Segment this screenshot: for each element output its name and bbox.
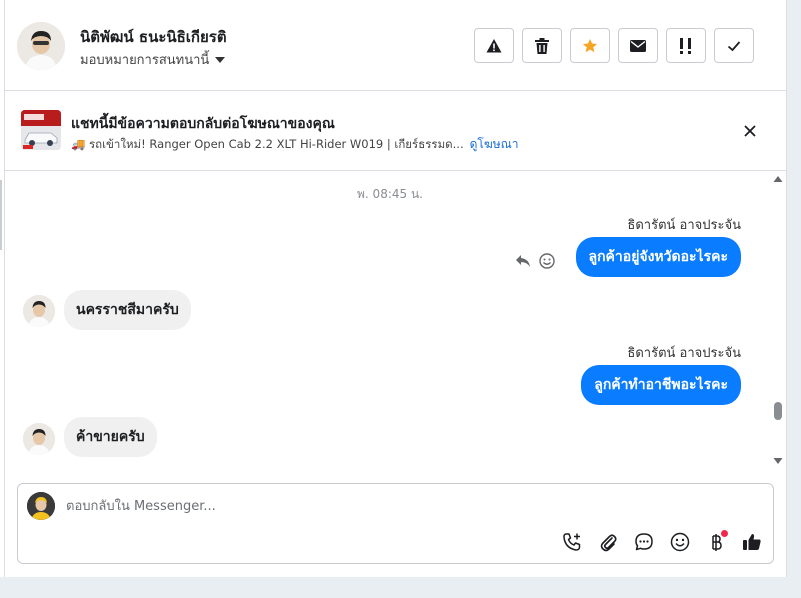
reply-icon[interactable] bbox=[515, 254, 531, 268]
page-avatar bbox=[27, 492, 55, 520]
delete-button[interactable] bbox=[522, 28, 562, 63]
like-button[interactable] bbox=[739, 529, 764, 554]
left-divider bbox=[0, 0, 5, 577]
follow-up-icon bbox=[680, 37, 691, 54]
emoji-button[interactable] bbox=[667, 529, 692, 554]
view-ad-link[interactable]: ดูโฆษณา bbox=[470, 135, 519, 154]
conversation-panel: นิติพัฒน์ ธนะนิธิเกียรติ มอบหมายการสนทนา… bbox=[0, 0, 787, 577]
composer-toolbar bbox=[559, 529, 764, 554]
spam-icon bbox=[486, 38, 502, 52]
ad-banner-title: แชทนี้มีข้อความตอบกลับต่อโฆษณาของคุณ bbox=[71, 116, 335, 132]
resize-handle[interactable] bbox=[0, 180, 2, 250]
reply-input[interactable] bbox=[66, 495, 746, 517]
mark-spam-button[interactable] bbox=[474, 28, 514, 63]
scroll-up-arrow-icon[interactable] bbox=[773, 175, 783, 183]
emoji-icon bbox=[670, 532, 689, 551]
contact-avatar[interactable] bbox=[17, 22, 65, 70]
react-emoji-icon[interactable] bbox=[539, 253, 555, 269]
attachment-icon bbox=[600, 533, 617, 551]
message-timestamp: พ. 08:45 น. bbox=[357, 187, 423, 201]
message-sender-name: ธิดารัตน์ อาจประจัน bbox=[627, 218, 741, 233]
star-icon bbox=[583, 38, 597, 52]
outgoing-message[interactable]: ลูกค้าอยู่จังหวัดอะไรคะ bbox=[575, 237, 741, 277]
check-icon bbox=[727, 40, 741, 51]
contact-avatar-small bbox=[23, 423, 55, 455]
conversation-actions bbox=[474, 28, 754, 63]
payment-button[interactable] bbox=[703, 529, 728, 554]
message-hover-actions bbox=[515, 253, 555, 269]
message-thread: พ. 08:45 น. ธิดารัตน์ อาจประจัน ลูกค้าอย… bbox=[5, 171, 787, 477]
contact-avatar-small bbox=[23, 295, 55, 327]
ad-description: 🚚 รถเข้าใหม่! Ranger Open Cab 2.2 XLT Hi… bbox=[71, 136, 464, 151]
scrollbar-thumb[interactable] bbox=[774, 402, 782, 420]
call-add-icon bbox=[562, 532, 580, 551]
close-icon bbox=[744, 125, 756, 137]
close-banner-button[interactable] bbox=[740, 121, 760, 141]
message-sender-name: ธิดารัตน์ อาจประจัน bbox=[627, 346, 741, 361]
incoming-message[interactable]: นครราชสีมาครับ bbox=[64, 290, 191, 330]
contact-name: นิติพัฒน์ ธนะนิธิเกียรติ bbox=[80, 28, 227, 46]
scroll-down-arrow-icon[interactable] bbox=[773, 457, 783, 465]
ad-description-row: 🚚 รถเข้าใหม่! Ranger Open Cab 2.2 XLT Hi… bbox=[71, 135, 519, 154]
like-icon bbox=[742, 533, 761, 550]
outgoing-message[interactable]: ลูกค้าทำอาชีพอะไรคะ bbox=[581, 365, 741, 405]
saved-replies-button[interactable] bbox=[631, 529, 656, 554]
chevron-down-icon bbox=[215, 56, 226, 63]
message-composer bbox=[17, 483, 774, 564]
conversation-header: นิติพัฒน์ ธนะนิธิเกียรติ มอบหมายการสนทนา… bbox=[5, 0, 787, 91]
star-button[interactable] bbox=[570, 28, 610, 63]
trash-icon bbox=[535, 37, 549, 54]
saved-replies-icon bbox=[634, 532, 653, 550]
mark-done-button[interactable] bbox=[714, 28, 754, 63]
attach-button[interactable] bbox=[595, 529, 620, 554]
assign-label: มอบหมายการสนทนานี้ bbox=[80, 53, 210, 68]
notification-dot bbox=[721, 530, 728, 537]
follow-up-button[interactable] bbox=[666, 28, 706, 63]
incoming-message[interactable]: ค้าขายครับ bbox=[64, 417, 157, 457]
ad-thumbnail[interactable] bbox=[21, 110, 61, 150]
mark-unread-button[interactable] bbox=[618, 28, 658, 63]
assign-conversation-dropdown[interactable]: มอบหมายการสนทนานี้ bbox=[80, 49, 226, 70]
mail-icon bbox=[630, 39, 646, 52]
ad-reply-banner: แชทนี้มีข้อความตอบกลับต่อโฆษณาของคุณ 🚚 ร… bbox=[5, 91, 787, 171]
call-button[interactable] bbox=[559, 529, 584, 554]
